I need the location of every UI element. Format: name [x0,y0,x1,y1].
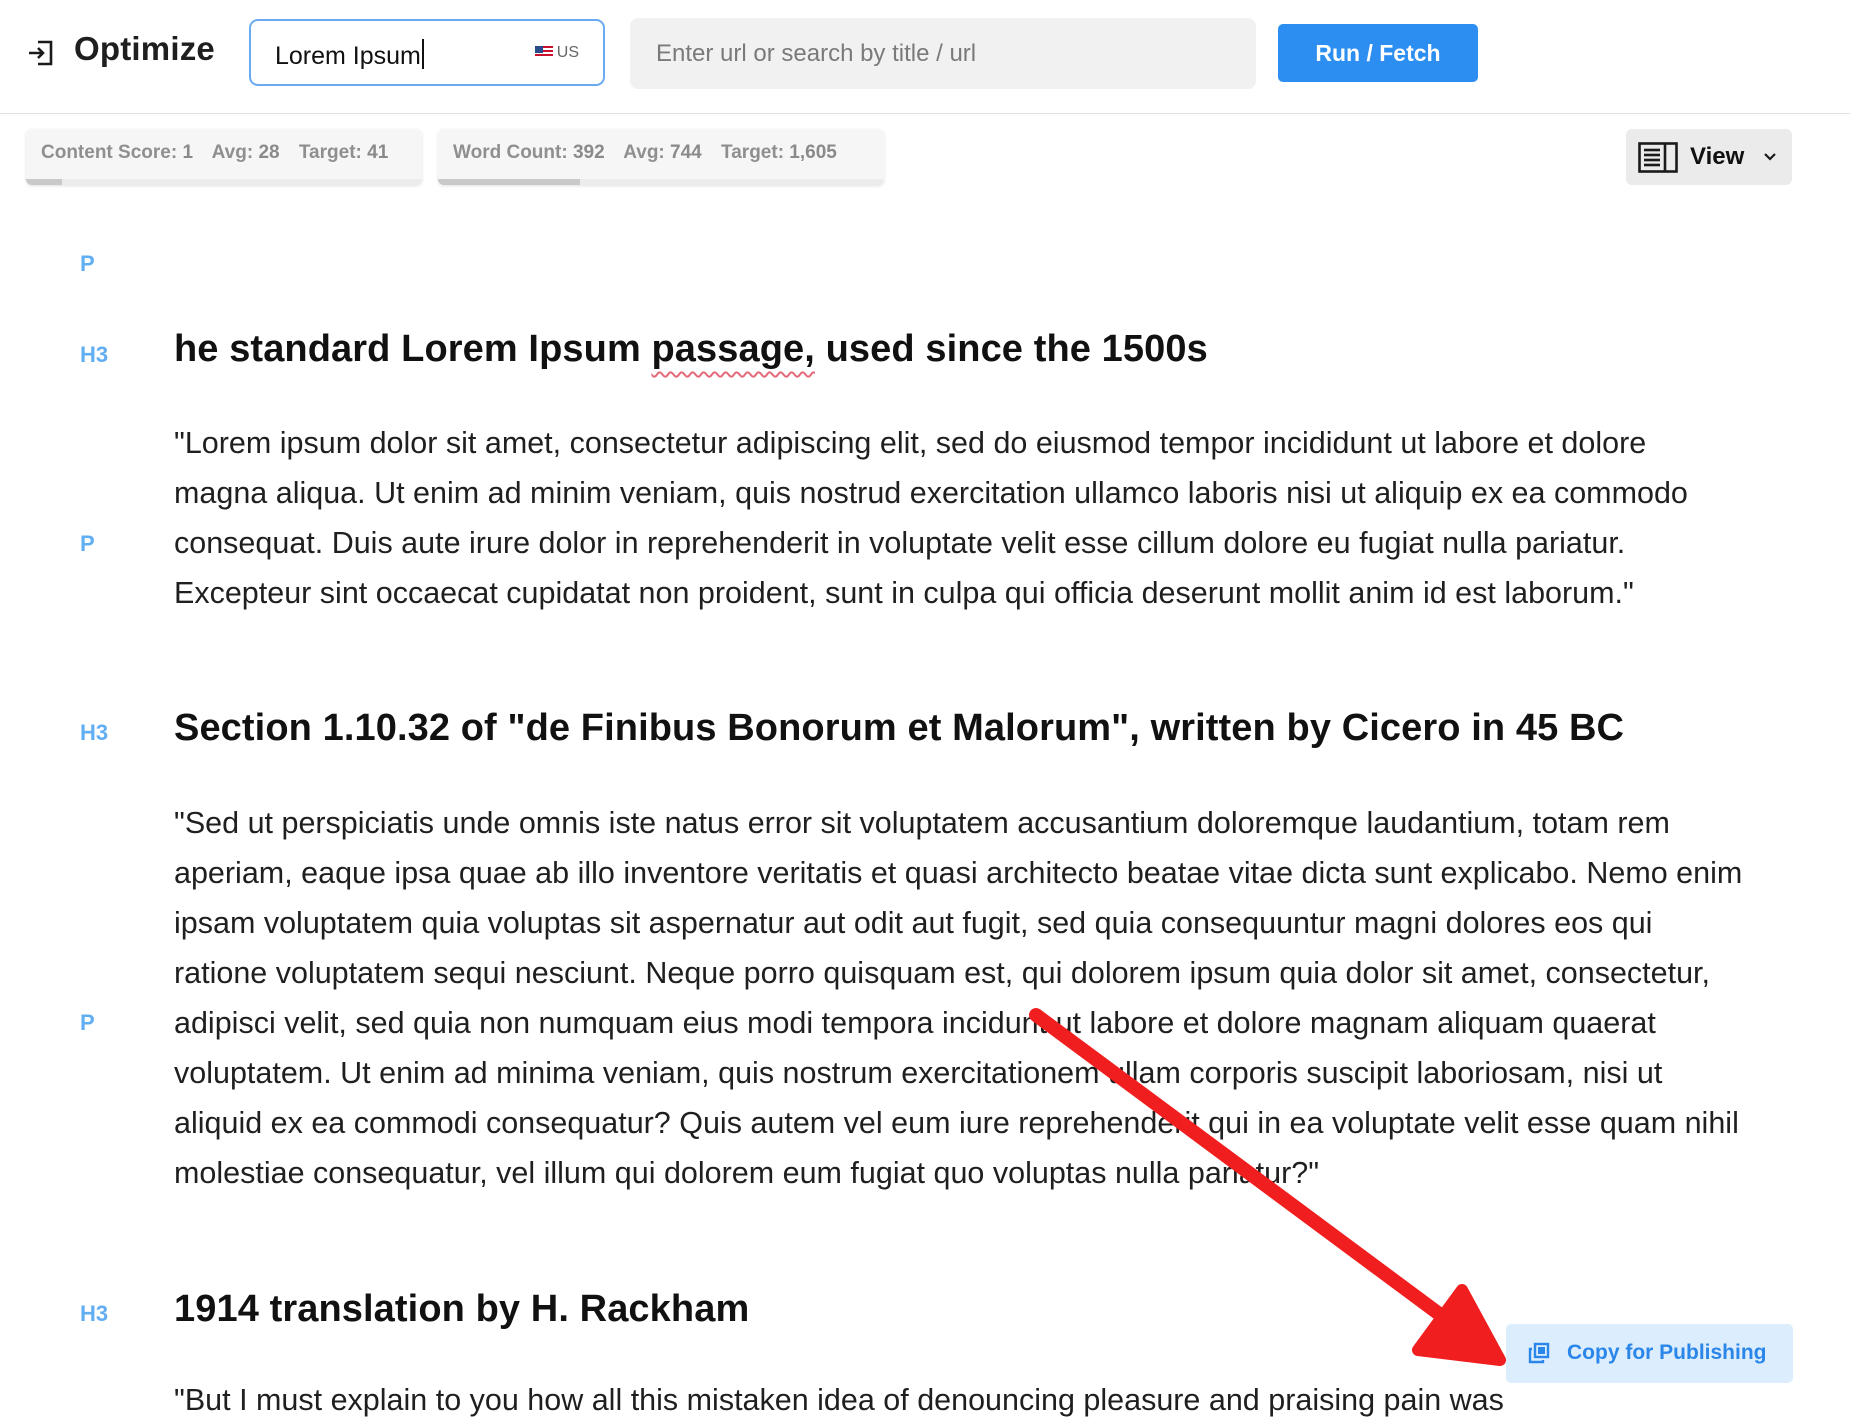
heading-h3[interactable]: 1914 translation by H. Rackham [174,1288,749,1331]
word-count-progress-fill [438,179,580,185]
word-count-avg-label: Avg: [623,142,665,163]
paragraph[interactable]: "Sed ut perspiciatis unde omnis iste nat… [174,798,1744,1198]
paragraph[interactable]: "Lorem ipsum dolor sit amet, consectetur… [174,418,1744,618]
exit-icon[interactable] [26,37,58,69]
run-fetch-button[interactable]: Run / Fetch [1278,24,1478,82]
layout-view-icon [1638,142,1678,173]
keyword-input[interactable]: Lorem Ipsum US [249,19,605,86]
content-score-progress-track [26,179,422,185]
word-count-target: 1,605 [789,142,837,163]
block-tag-h3: H3 [80,1301,109,1326]
url-search-input[interactable]: Enter url or search by title / url [630,18,1256,89]
heading-h3[interactable]: he standard Lorem Ipsum passage, used si… [174,328,1208,371]
text-caret [421,39,424,69]
word-count-metric: Word Count: 392 Avg: 744 Target: 1,605 [438,129,884,185]
content-score-avg: 28 [258,142,280,163]
top-bar: Optimize Lorem Ipsum US Enter url or sea… [0,0,1850,114]
us-flag-icon [534,46,553,58]
heading-text: he standard Lorem Ipsum [174,328,652,370]
word-count-target-label: Target: [721,142,785,163]
chevron-down-icon [1764,153,1776,161]
url-search-placeholder: Enter url or search by title / url [656,40,977,67]
heading-text: used since the 1500s [814,328,1208,370]
locale-selector[interactable]: US [534,44,579,62]
spelling-error-word[interactable]: passage, [652,328,815,370]
content-score-label: Content Score: [41,142,178,163]
copy-for-publishing-button[interactable]: Copy for Publishing [1506,1324,1793,1383]
block-tag-p: P [80,531,95,556]
content-score-avg-label: Avg: [211,142,254,163]
keyword-input-value[interactable]: Lorem Ipsum [275,39,424,71]
content-score-progress-fill [26,179,62,185]
block-tag-p: P [80,251,95,276]
view-dropdown-button[interactable]: View [1626,129,1792,185]
word-count-label: Word Count: [453,142,568,163]
heading-h3[interactable]: Section 1.10.32 of "de Finibus Bonorum e… [174,707,1624,750]
view-label: View [1690,143,1745,170]
block-tag-h3: H3 [80,720,109,745]
paragraph[interactable]: "But I must explain to you how all this … [174,1375,1674,1425]
block-tag-p: P [80,1010,95,1035]
app-title: Optimize [74,30,215,67]
copy-icon [1528,1342,1550,1364]
word-count-value: 392 [572,142,605,163]
content-score-metric: Content Score: 1 Avg: 28 Target: 41 [26,129,422,185]
content-score-value: 1 [182,142,194,163]
content-score-target-label: Target: [298,142,362,163]
content-score-target: 41 [367,142,389,163]
block-tag-h3: H3 [80,342,109,367]
copy-for-publishing-label: Copy for Publishing [1567,1341,1767,1364]
word-count-avg: 744 [670,142,702,163]
